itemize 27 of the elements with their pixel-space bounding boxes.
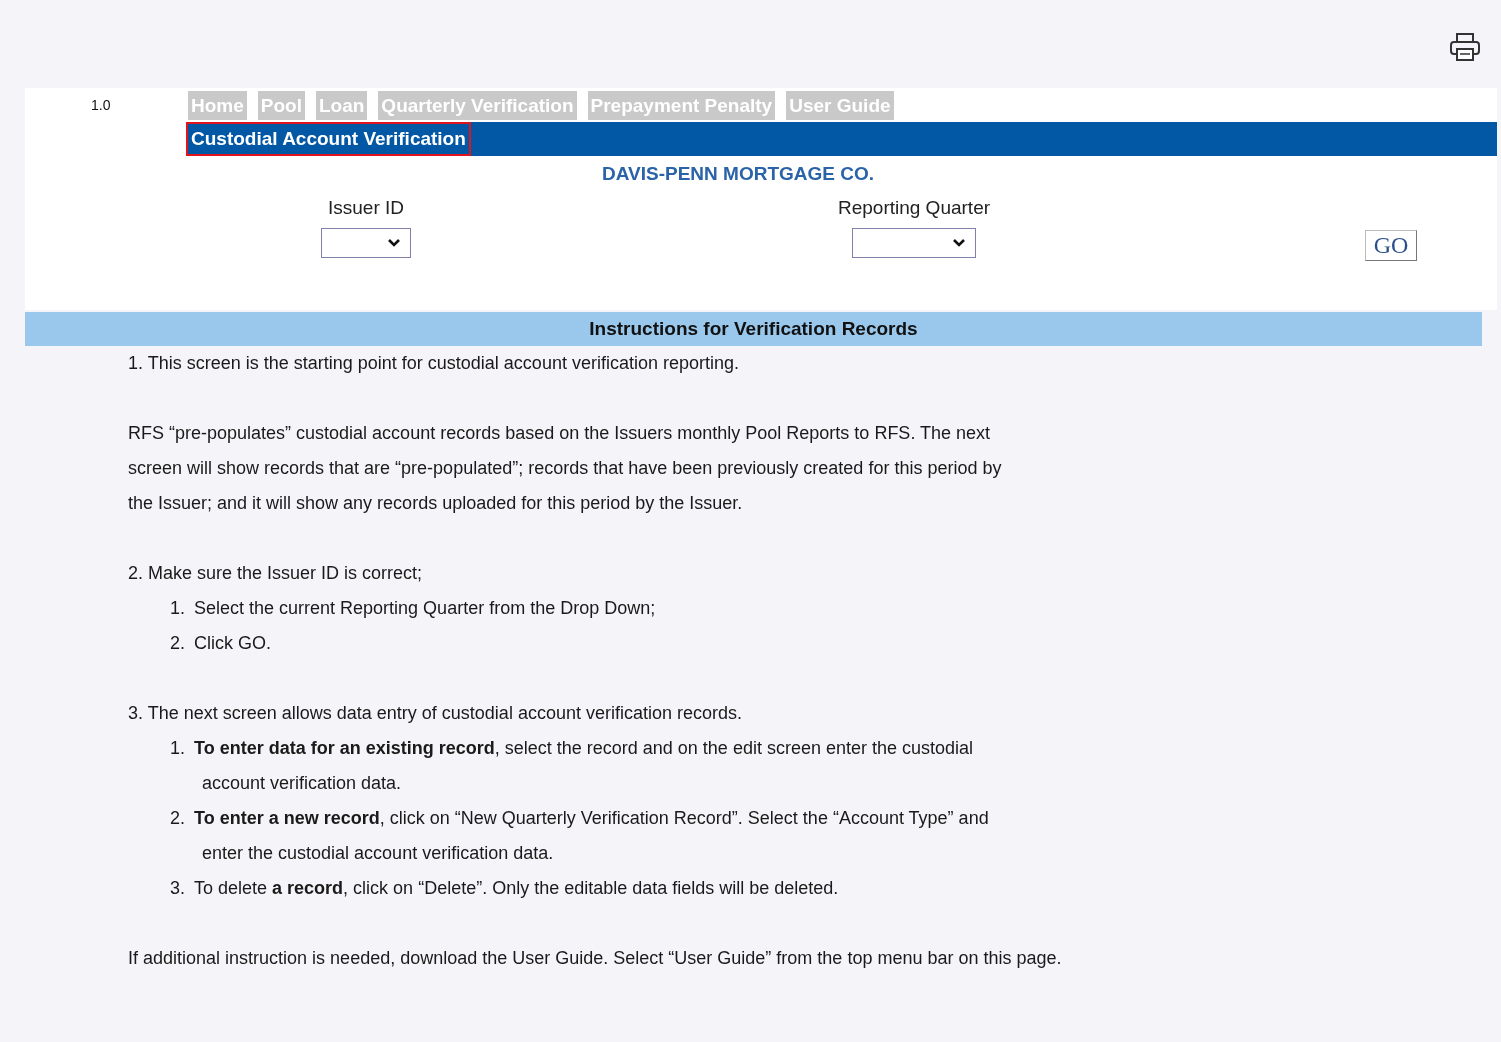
section-header: Instructions for Verification Records — [25, 312, 1482, 346]
printer-icon[interactable] — [1449, 32, 1481, 62]
instruction-text: 1. This screen is the starting point for custodial account verification reporting. — [128, 352, 740, 375]
dropdown[interactable] — [321, 228, 411, 258]
chevron-icon — [952, 238, 966, 248]
step-number: 2. — [170, 807, 186, 830]
field-label: Reporting Quarter — [837, 197, 991, 219]
step-text: To enter a new record, click on “New Quarterly Verification Record”. Select the “Account Type” and enter the custodial account verification data. — [194, 807, 990, 865]
step-text: Select the current Reporting Quarter from the Drop Down; — [194, 597, 656, 620]
instruction-text: 2. Make sure the Issuer ID is correct; — [128, 562, 424, 585]
step-number: 1. — [170, 737, 186, 760]
step-number: 3. — [170, 877, 186, 900]
instruction-text: RFS “pre-populates” custodial account records based on the Issuers monthly Pool Reports to RFS. The next screen will show records that are “pre-populated”; records that have been previously created for this period by the Issuer; and it will show any records uploaded for this period by the Issuer. — [128, 422, 1003, 515]
company-name: DAVIS-PENN MORTGAGE CO. — [601, 163, 875, 185]
step-text: Click GO. — [194, 632, 271, 655]
go-button[interactable]: GO — [1365, 230, 1417, 261]
step-number: 2. — [170, 632, 186, 655]
instruction-text: 3. The next screen allows data entry of custodial account verification records. — [128, 702, 743, 725]
version-number: 1.0 — [91, 97, 112, 113]
step-number: 1. — [170, 597, 186, 620]
instruction-text: If additional instruction is needed, download the User Guide. Select “User Guide” from the top menu bar on this page. — [128, 947, 1063, 970]
step-text: To delete a record, click on “Delete”. Only the editable data fields will be deleted. — [194, 877, 839, 900]
chevron-icon — [387, 238, 401, 248]
step-text: To enter data for an existing record, select the record and on the edit screen enter the custodial account verification data. — [194, 737, 975, 795]
field-label: Issuer ID — [328, 197, 404, 219]
dropdown[interactable] — [852, 228, 976, 258]
subnav-link[interactable]: Custodial Account Verification — [186, 122, 471, 156]
